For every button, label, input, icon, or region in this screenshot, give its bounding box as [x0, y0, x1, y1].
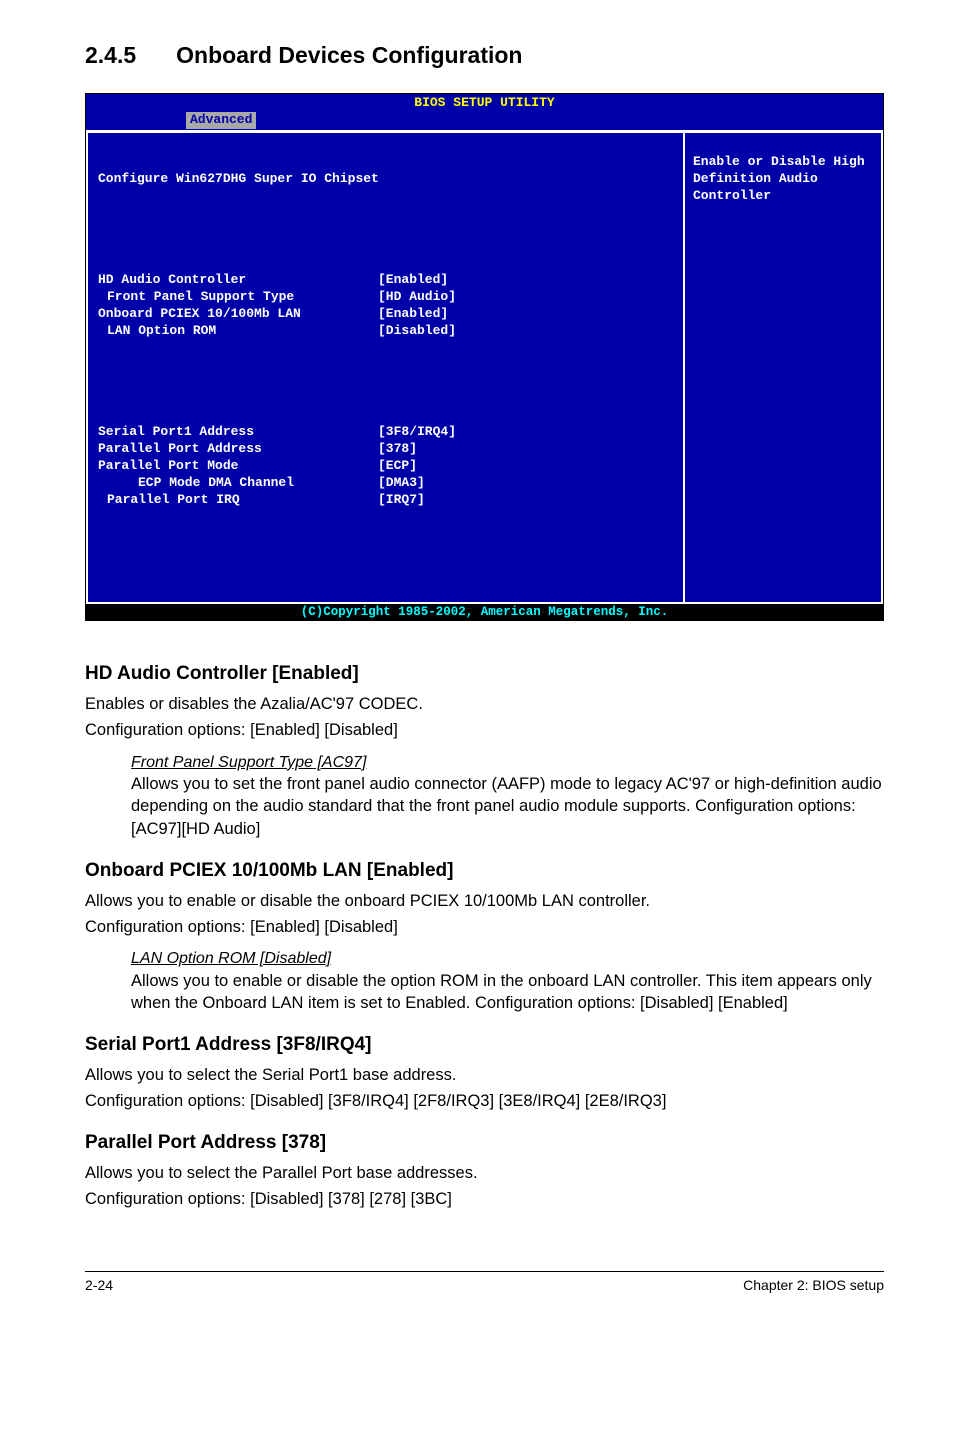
- bios-footer: (C)Copyright 1985-2002, American Megatre…: [86, 604, 883, 620]
- section-title-text: Onboard Devices Configuration: [176, 42, 522, 68]
- bios-row-label: Parallel Port Address: [98, 441, 378, 458]
- bios-row-label: Parallel Port Mode: [98, 458, 378, 475]
- front-panel-ital: Front Panel Support Type [AC97]: [131, 752, 884, 774]
- page-footer: 2-24 Chapter 2: BIOS setup: [85, 1271, 884, 1295]
- bios-row[interactable]: Parallel Port IRQ[IRQ7]: [98, 492, 673, 509]
- hd-audio-sub: Front Panel Support Type [AC97] Allows y…: [85, 752, 884, 840]
- bios-row-value: [378]: [378, 441, 673, 458]
- bios-body: Configure Win627DHG Super IO Chipset HD …: [86, 130, 883, 604]
- bios-row[interactable]: Parallel Port Address[378]: [98, 441, 673, 458]
- hd-audio-p1: Enables or disables the Azalia/AC'97 COD…: [85, 693, 884, 715]
- bios-row-label: Onboard PCIEX 10/100Mb LAN: [98, 306, 378, 323]
- bios-row[interactable]: Serial Port1 Address[3F8/IRQ4]: [98, 424, 673, 441]
- bios-help-pane: Enable or Disable High Definition Audio …: [683, 131, 883, 604]
- bios-row-value: [Enabled]: [378, 306, 673, 323]
- bios-row[interactable]: LAN Option ROM[Disabled]: [98, 323, 673, 340]
- bios-title: BIOS SETUP UTILITY: [414, 95, 554, 110]
- bios-help-text: Enable or Disable High Definition Audio …: [693, 154, 873, 205]
- bios-left-title: Configure Win627DHG Super IO Chipset: [98, 171, 379, 188]
- bios-row[interactable]: Parallel Port Mode[ECP]: [98, 458, 673, 475]
- bios-left-pane: Configure Win627DHG Super IO Chipset HD …: [86, 131, 683, 604]
- parallel-p2: Configuration options: [Disabled] [378] …: [85, 1188, 884, 1210]
- footer-left: 2-24: [85, 1276, 113, 1295]
- section-number: 2.4.5: [85, 40, 136, 71]
- serial-p2: Configuration options: [Disabled] [3F8/I…: [85, 1090, 884, 1112]
- bios-row[interactable]: HD Audio Controller[Enabled]: [98, 272, 673, 289]
- bios-row-label: Serial Port1 Address: [98, 424, 378, 441]
- pciex-p2: Configuration options: [Enabled] [Disabl…: [85, 916, 884, 938]
- section-heading: 2.4.5 Onboard Devices Configuration: [85, 40, 884, 71]
- parallel-heading: Parallel Port Address [378]: [85, 1130, 884, 1156]
- bios-row-value: [DMA3]: [378, 475, 673, 492]
- pciex-p1: Allows you to enable or disable the onbo…: [85, 890, 884, 912]
- bios-row[interactable]: Front Panel Support Type[HD Audio]: [98, 289, 673, 306]
- hd-audio-heading: HD Audio Controller [Enabled]: [85, 661, 884, 687]
- pciex-sub: LAN Option ROM [Disabled] Allows you to …: [85, 948, 884, 1014]
- bios-tab-advanced[interactable]: Advanced: [186, 112, 256, 129]
- front-panel-body: Allows you to set the front panel audio …: [131, 773, 884, 840]
- bios-row-value: [HD Audio]: [378, 289, 673, 306]
- pciex-heading: Onboard PCIEX 10/100Mb LAN [Enabled]: [85, 858, 884, 884]
- parallel-p1: Allows you to select the Parallel Port b…: [85, 1162, 884, 1184]
- bios-row-value: [Enabled]: [378, 272, 673, 289]
- bios-tab-row: Advanced: [86, 112, 883, 130]
- serial-p1: Allows you to select the Serial Port1 ba…: [85, 1064, 884, 1086]
- bios-header: BIOS SETUP UTILITY Advanced: [86, 94, 883, 130]
- bios-row-label: ECP Mode DMA Channel: [98, 475, 378, 492]
- hd-audio-p2: Configuration options: [Enabled] [Disabl…: [85, 719, 884, 741]
- lan-rom-body: Allows you to enable or disable the opti…: [131, 970, 884, 1015]
- bios-row-value: [ECP]: [378, 458, 673, 475]
- bios-row-label: Front Panel Support Type: [98, 289, 378, 306]
- bios-row-label: HD Audio Controller: [98, 272, 378, 289]
- serial-heading: Serial Port1 Address [3F8/IRQ4]: [85, 1032, 884, 1058]
- bios-row-value: [3F8/IRQ4]: [378, 424, 673, 441]
- bios-screenshot: BIOS SETUP UTILITY Advanced Configure Wi…: [85, 93, 884, 621]
- bios-row-label: Parallel Port IRQ: [98, 492, 378, 509]
- bios-row[interactable]: Onboard PCIEX 10/100Mb LAN[Enabled]: [98, 306, 673, 323]
- bios-row-value: [IRQ7]: [378, 492, 673, 509]
- footer-right: Chapter 2: BIOS setup: [743, 1276, 884, 1295]
- lan-rom-ital: LAN Option ROM [Disabled]: [131, 948, 884, 970]
- bios-row-value: [Disabled]: [378, 323, 673, 340]
- bios-row[interactable]: ECP Mode DMA Channel[DMA3]: [98, 475, 673, 492]
- bios-row-label: LAN Option ROM: [98, 323, 378, 340]
